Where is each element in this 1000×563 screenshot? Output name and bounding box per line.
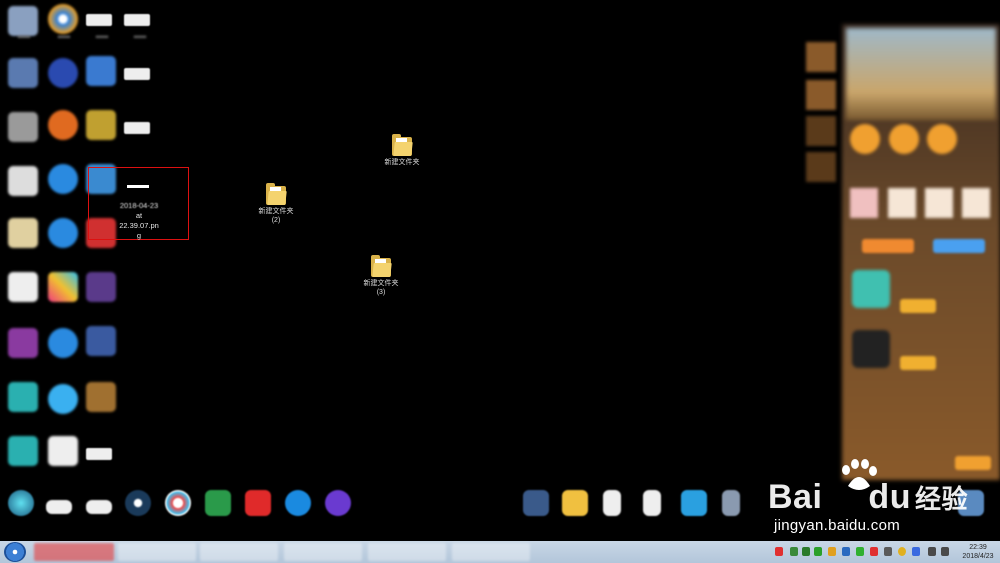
folder-icon <box>371 255 392 277</box>
side-widget-tile[interactable] <box>806 80 836 110</box>
side-widget-tile[interactable] <box>806 42 836 72</box>
panel-character-card[interactable] <box>925 188 953 218</box>
tray-icon[interactable] <box>912 547 920 556</box>
desktop-app-icon[interactable] <box>8 382 38 412</box>
tray-icon[interactable] <box>856 547 864 556</box>
volume-icon[interactable] <box>941 547 949 556</box>
panel-game-thumb[interactable] <box>852 330 890 368</box>
panel-round-button[interactable] <box>927 124 957 154</box>
panel-orange-button[interactable] <box>862 239 914 253</box>
dock-file-icon[interactable] <box>643 490 661 516</box>
desktop-app-icon[interactable] <box>8 436 38 466</box>
side-widget-tile[interactable] <box>806 116 836 146</box>
desktop-app-icon[interactable] <box>48 384 78 414</box>
desktop-app-icon[interactable] <box>86 326 116 356</box>
desktop-app-icon[interactable] <box>8 328 38 358</box>
screenshot-file-icon[interactable] <box>127 185 149 188</box>
dock-file-icon[interactable] <box>603 490 621 516</box>
network-icon[interactable] <box>928 547 936 556</box>
folder-label: 新建文件夹 (3) <box>363 280 399 296</box>
taskbar-item[interactable] <box>368 543 446 561</box>
dock-app-icon[interactable] <box>8 490 34 516</box>
dock-app-icon[interactable] <box>562 490 588 516</box>
dock-file-icon[interactable] <box>46 500 72 514</box>
desktop-file-icon[interactable] <box>86 448 112 460</box>
dock-app-icon[interactable] <box>523 490 549 516</box>
desktop-file-icon[interactable] <box>124 122 150 134</box>
panel-character-card[interactable] <box>888 188 916 218</box>
taskbar-item[interactable] <box>118 543 196 561</box>
panel-action-button[interactable] <box>900 356 936 370</box>
tray-icon[interactable] <box>814 547 822 556</box>
desktop-folder[interactable]: 新建文件夹 (3) <box>350 255 412 297</box>
dock-app-icon[interactable] <box>681 490 707 516</box>
desktop-folder[interactable]: 新建文件夹 <box>371 134 433 167</box>
tray-icon[interactable] <box>884 547 892 556</box>
desktop-file-icon[interactable] <box>86 14 112 26</box>
desktop-app-icon[interactable] <box>86 110 116 140</box>
screenshot-file-label[interactable]: 2018-04-23 at 22.39.07.pn g <box>104 201 174 241</box>
taskbar-item[interactable] <box>34 543 114 561</box>
tray-icon[interactable] <box>828 547 836 556</box>
dock-app-icon[interactable] <box>245 490 271 516</box>
taskbar-item[interactable] <box>452 543 530 561</box>
taskbar-item[interactable] <box>200 543 278 561</box>
desktop-app-icon[interactable] <box>48 436 78 466</box>
desktop-app-icon[interactable] <box>48 164 78 194</box>
desktop-app-icon[interactable] <box>86 382 116 412</box>
side-widget-tile[interactable] <box>806 152 836 182</box>
desktop-folder[interactable]: 新建文件夹 (2) <box>245 183 307 225</box>
dock-app-icon[interactable] <box>285 490 311 516</box>
folder-label: 新建文件夹 <box>384 159 420 166</box>
desktop-app-icon[interactable] <box>48 110 78 140</box>
panel-blue-button[interactable] <box>933 239 985 253</box>
desktop-app-icon[interactable] <box>8 272 38 302</box>
baidu-watermark-url: jingyan.baidu.com <box>774 517 901 534</box>
start-orb-icon[interactable] <box>4 542 26 562</box>
desktop-app-icon[interactable] <box>8 58 38 88</box>
folder-icon <box>392 134 413 156</box>
desktop-app-icon[interactable] <box>48 4 78 34</box>
desktop-app-icon[interactable] <box>86 56 116 86</box>
panel-character-card[interactable] <box>962 188 990 218</box>
baidu-watermark-logo: Bai du 经验 <box>768 478 968 516</box>
tray-icon[interactable] <box>790 547 798 556</box>
desktop-app-icon[interactable] <box>48 218 78 248</box>
taskbar-item[interactable] <box>284 543 362 561</box>
taskbar-clock[interactable]: 22:39 2018/4/23 <box>958 543 998 561</box>
panel-action-button[interactable] <box>955 456 991 470</box>
desktop-app-icon[interactable] <box>8 6 38 36</box>
desktop-app-icon[interactable] <box>48 272 78 302</box>
panel-round-button[interactable] <box>889 124 919 154</box>
dock-app-icon[interactable] <box>325 490 351 516</box>
desktop-app-icon[interactable] <box>48 58 78 88</box>
panel-action-button[interactable] <box>900 299 936 313</box>
tray-icon[interactable] <box>775 547 783 556</box>
tray-icon[interactable] <box>898 547 906 556</box>
tray-icon[interactable] <box>802 547 810 556</box>
dock-app-icon[interactable] <box>722 490 740 516</box>
folder-icon <box>266 183 287 205</box>
desktop-app-icon[interactable] <box>8 112 38 142</box>
desktop-app-icon[interactable] <box>48 328 78 358</box>
dock-file-icon[interactable] <box>86 500 112 514</box>
steam-icon[interactable] <box>125 490 151 516</box>
desktop-file-icon[interactable] <box>124 14 150 26</box>
desktop-app-icon[interactable] <box>86 272 116 302</box>
panel-round-button[interactable] <box>850 124 880 154</box>
panel-character-card[interactable] <box>850 188 878 218</box>
panel-game-thumb[interactable] <box>852 270 890 308</box>
game-banner-image <box>846 28 996 120</box>
desktop-app-icon[interactable] <box>8 166 38 196</box>
folder-label: 新建文件夹 (2) <box>258 208 294 224</box>
tray-icon[interactable] <box>842 547 850 556</box>
dock-app-icon[interactable] <box>165 490 191 516</box>
desktop-app-icon[interactable] <box>8 218 38 248</box>
dock-app-icon[interactable] <box>205 490 231 516</box>
tray-icon[interactable] <box>870 547 878 556</box>
desktop-icon-label: ▪▪▪▪▪ <box>133 34 147 41</box>
desktop-file-icon[interactable] <box>124 68 150 80</box>
